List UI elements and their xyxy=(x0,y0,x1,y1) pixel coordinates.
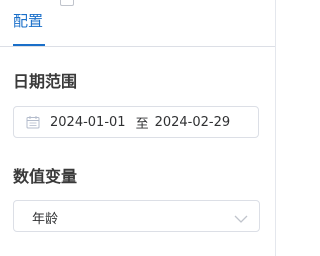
range-separator: 至 xyxy=(135,116,149,132)
date-range-title: 日期范围 xyxy=(13,72,78,91)
panel-right-border xyxy=(275,0,276,256)
active-tab-indicator xyxy=(13,44,45,46)
range-end-input[interactable]: 2024-02-29 xyxy=(155,115,231,130)
range-start-input[interactable]: 2024-01-01 xyxy=(50,115,126,130)
calendar-icon xyxy=(25,114,41,130)
numeric-variable-select[interactable]: 年龄 xyxy=(13,200,260,232)
tab-config-label: 配置 xyxy=(13,12,44,30)
chevron-down-icon[interactable] xyxy=(233,210,249,223)
date-range-picker[interactable]: 2024-01-01 至 2024-02-29 xyxy=(13,106,259,138)
numeric-variable-title: 数值变量 xyxy=(13,167,78,186)
tab-bar: 配置 xyxy=(0,0,275,47)
numeric-variable-value: 年龄 xyxy=(32,212,59,227)
tab-config[interactable]: 配置 xyxy=(13,10,43,45)
